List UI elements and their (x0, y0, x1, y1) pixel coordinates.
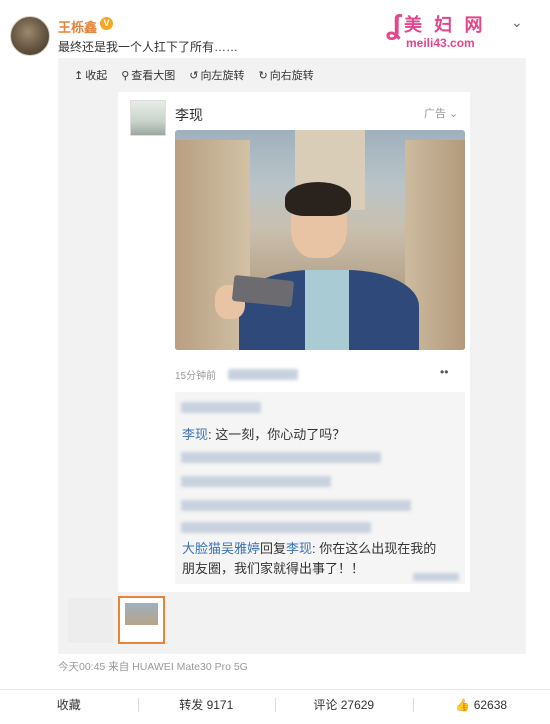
image-toolbar: ↥ 收起 ⚲ 查看大图 ↺ 向左旋转 ↻ 向右旋转 (74, 67, 314, 83)
search-icon: ⚲ (121, 69, 130, 82)
collapse-icon: ↥ (74, 69, 84, 82)
more-options-icon[interactable]: •• (440, 365, 448, 379)
post-time[interactable]: 今天00:45 (58, 661, 105, 673)
comment-author[interactable]: 李现 (182, 427, 208, 442)
comment-2: 大脸猫吴雅婷回复李现: 你在这么出现在我的 (182, 538, 436, 557)
ad-avatar (130, 100, 166, 136)
repost-button[interactable]: 转发 9171 (137, 690, 276, 719)
comment-2-line2: 朋友圈，我们家就得出事了！！ (182, 561, 365, 576)
blurred-comment (181, 476, 331, 487)
post-header: 王栎鑫 V 最终还是我一个人扛下了所有…… ʆ 美 妇 网 meili43.co… (0, 0, 550, 62)
collect-button[interactable]: 收藏 (0, 690, 138, 719)
collapse-button[interactable]: ↥ 收起 (74, 67, 107, 83)
comment-text: : 这一刻，你心动了吗？ (208, 427, 346, 442)
ad-photo[interactable] (175, 130, 465, 350)
ad-tag: 广告 ⌄ (424, 108, 459, 120)
rotate-left-button[interactable]: ↺ 向左旋转 (189, 67, 244, 83)
action-bar: 收藏 转发 9171 评论 27629 👍 62638 (0, 689, 550, 719)
rotate-right-icon: ↻ (258, 69, 268, 82)
watermark-figure-icon: ʆ (386, 9, 402, 40)
rotate-left-icon: ↺ (189, 69, 199, 82)
watermark-site: meili43.com (406, 36, 475, 50)
photo-person-hair (285, 182, 351, 216)
ad-timestamp: 15分钟前 (175, 371, 217, 382)
blurred-comment (181, 452, 381, 463)
post-meta: 今天00:45 来自 HUAWEI Mate30 Pro 5G (58, 659, 248, 674)
avatar[interactable] (10, 16, 50, 56)
ad-account-name: 李现 (175, 107, 203, 123)
like-icon: 👍 (455, 698, 471, 712)
chevron-down-icon[interactable]: ⌄ (511, 14, 523, 31)
post-text: 最终还是我一个人扛下了所有…… (58, 40, 239, 54)
view-large-button[interactable]: ⚲ 查看大图 (121, 67, 175, 83)
site-watermark: ʆ 美 妇 网 meili43.com (386, 8, 496, 56)
wechat-watermark (413, 573, 459, 581)
reply-target[interactable]: 李现 (286, 541, 312, 556)
blurred-comment (181, 522, 371, 533)
collapse-label: 收起 (85, 70, 108, 82)
comment-author[interactable]: 大脸猫吴雅婷 (182, 541, 260, 556)
post-source: 来自 HUAWEI Mate30 Pro 5G (108, 661, 248, 673)
rotate-right-label: 向右旋转 (269, 70, 314, 82)
rotate-right-button[interactable]: ↻ 向右旋转 (259, 67, 314, 83)
blurred-likes (181, 402, 261, 413)
username[interactable]: 王栎鑫 (58, 17, 97, 36)
like-count: 62638 (473, 698, 508, 712)
blurred-comment (181, 500, 411, 511)
thumbnail-1[interactable] (68, 598, 113, 643)
photo-person-shirt (305, 270, 349, 350)
ad-screenshot-card: 李现 广告 ⌄ 15分钟前 •• 李现: 这一刻，你心动了吗？ 大脸猫吴雅婷回复… (118, 92, 470, 592)
comment-button[interactable]: 评论 27629 (275, 690, 413, 719)
watermark-title: 美 妇 网 (404, 15, 486, 36)
comment-box: 李现: 这一刻，你心动了吗？ 大脸猫吴雅婷回复李现: 你在这么出现在我的 朋友圈… (175, 392, 465, 584)
view-large-label: 查看大图 (131, 70, 176, 82)
thumbnail-2-selected[interactable] (118, 596, 165, 644)
blurred-text (228, 369, 298, 380)
comment-1: 李现: 这一刻，你心动了吗？ (182, 424, 345, 443)
reply-word: 回复 (260, 541, 287, 556)
verified-badge-icon: V (100, 17, 113, 30)
comment-text: : 你在这么出现在我的 (312, 541, 437, 556)
rotate-left-label: 向左旋转 (200, 70, 245, 82)
like-button[interactable]: 👍 62638 (412, 690, 550, 719)
